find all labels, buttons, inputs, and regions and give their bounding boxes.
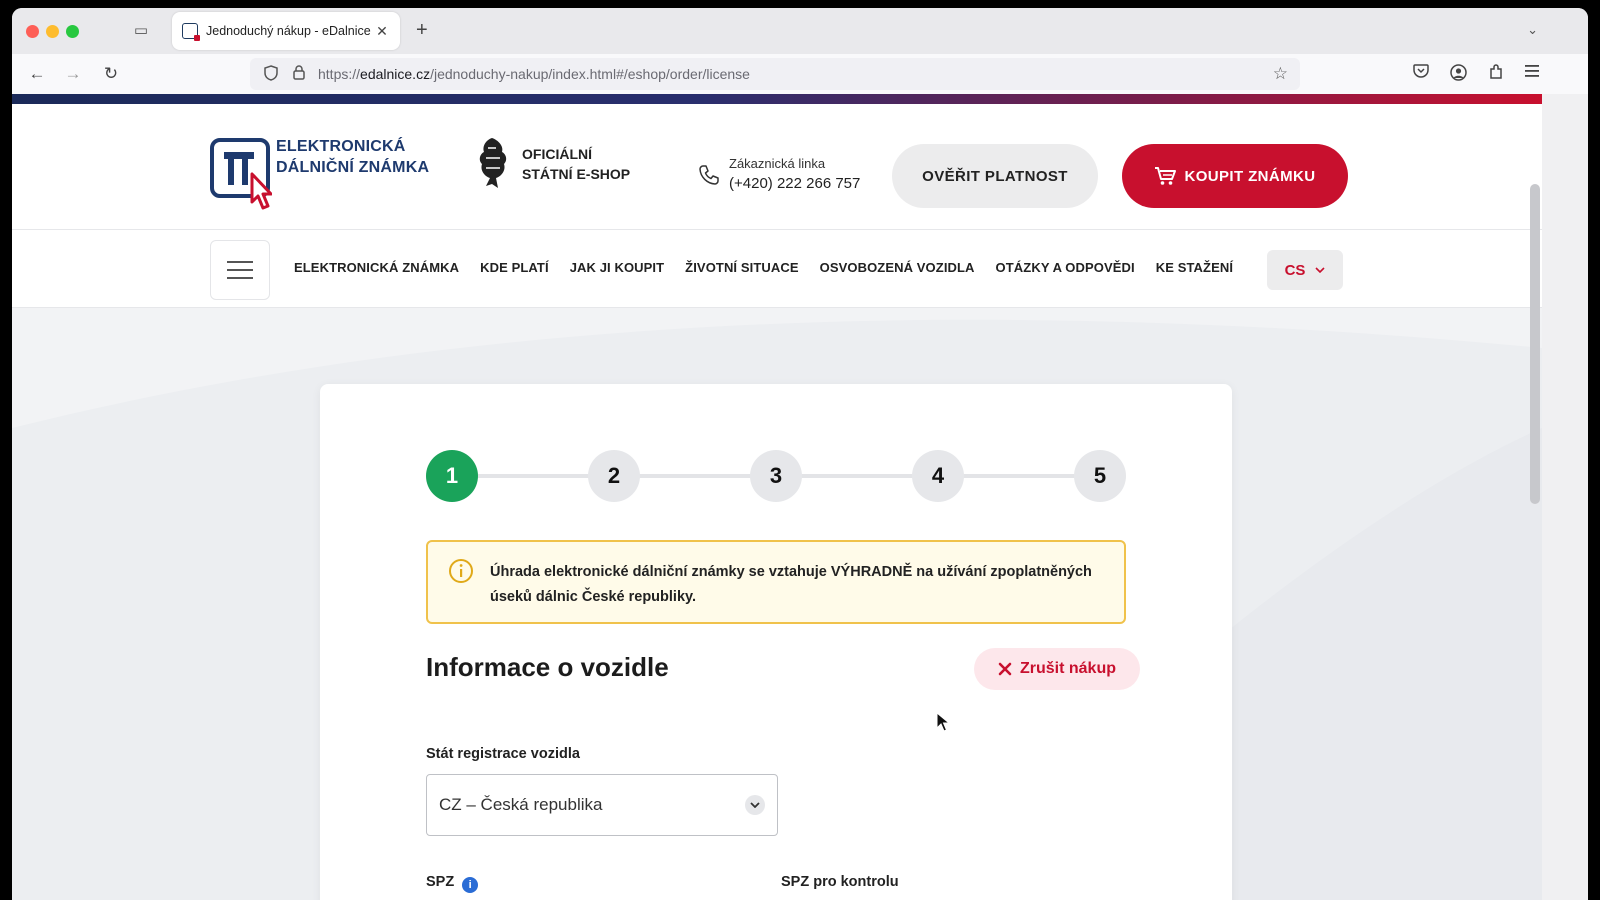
country-label: Stát registrace vozidla: [426, 746, 580, 762]
spz-confirm-label: SPZ pro kontrolu: [781, 874, 899, 890]
nav-item-otazky-a-odpovedi[interactable]: OTÁZKY A ODPOVĚDI: [996, 260, 1135, 275]
url-text[interactable]: https://edalnice.cz/jednoduchy-nakup/ind…: [318, 66, 750, 82]
url-host: edalnice.cz: [360, 66, 431, 82]
buy-vignette-button[interactable]: KOUPIT ZNÁMKU: [1122, 144, 1348, 208]
country-select-value: CZ – Česká republika: [439, 795, 603, 814]
lock-icon[interactable]: [290, 65, 308, 83]
tab-close-icon[interactable]: ✕: [374, 23, 390, 40]
close-window-button[interactable]: [26, 25, 39, 38]
zoom-window-button[interactable]: [66, 25, 79, 38]
new-tab-icon[interactable]: +: [416, 20, 428, 40]
site-header: ELEKTRONICKÁ DÁLNIČNÍ ZNÁMKA OFICIÁLNÍ S…: [12, 104, 1542, 230]
nav-item-osvobozena-vozidla[interactable]: OSVOBOZENÁ VOZIDLA: [820, 260, 975, 275]
navigation-bar: ← → ↻ https://edalnice.cz/jednoduchy-nak…: [12, 54, 1588, 94]
nav-item-ke-stazeni[interactable]: KE STAŽENÍ: [1156, 260, 1233, 275]
spz-label-text: SPZ: [426, 874, 455, 890]
pocket-icon[interactable]: [1411, 64, 1431, 83]
logo-line-2: DÁLNIČNÍ ZNÁMKA: [276, 159, 430, 176]
brand-gradient-bar: [12, 94, 1542, 104]
language-label: CS: [1284, 261, 1306, 279]
section-title: Informace o vozidle: [426, 652, 669, 682]
site-favicon-icon: [182, 23, 200, 41]
nav-menu: ELEKTRONICKÁ ZNÁMKA KDE PLATÍ JAK JI KOU…: [294, 260, 1233, 275]
tab-overview-icon[interactable]: ▭: [132, 22, 150, 40]
spz-info-icon[interactable]: i: [462, 877, 479, 893]
language-selector[interactable]: CS: [1267, 250, 1343, 290]
chevron-down-icon: [1315, 267, 1325, 273]
verify-validity-button[interactable]: OVĚŘIT PLATNOST: [892, 144, 1098, 208]
logo-text[interactable]: ELEKTRONICKÁ DÁLNIČNÍ ZNÁMKA: [276, 136, 429, 178]
nav-item-kde-plati[interactable]: KDE PLATÍ: [480, 260, 549, 275]
logo-line-1: ELEKTRONICKÁ: [276, 138, 406, 155]
main-navigation: ELEKTRONICKÁ ZNÁMKA KDE PLATÍ JAK JI KOU…: [12, 230, 1542, 308]
back-icon[interactable]: ←: [26, 63, 48, 85]
info-alert: Úhrada elektronické dálniční známky se v…: [426, 540, 1126, 624]
step-1[interactable]: 1: [426, 450, 478, 502]
phone-number[interactable]: (+420) 222 266 757: [729, 175, 860, 192]
info-circle-icon: [449, 559, 473, 583]
country-select[interactable]: CZ – Česká republika: [426, 774, 778, 836]
nav-item-jak-ji-koupit[interactable]: JAK JI KOUPIT: [570, 260, 664, 275]
edalnice-logo-icon[interactable]: [210, 136, 273, 210]
phone-icon: [698, 164, 720, 186]
url-prefix: https://: [318, 66, 361, 82]
step-2[interactable]: 2: [588, 450, 640, 502]
minimize-window-button[interactable]: [46, 25, 59, 38]
cancel-purchase-label: Zrušit nákup: [1019, 660, 1116, 677]
buy-vignette-label: KOUPIT ZNÁMKU: [1184, 167, 1316, 185]
url-bar[interactable]: https://edalnice.cz/jednoduchy-nakup/ind…: [250, 58, 1300, 90]
mouse-cursor-icon: [936, 712, 950, 732]
order-card: 1 2 3 4 5 Úhrada elektronické dálniční z…: [320, 384, 1232, 900]
forward-icon[interactable]: →: [62, 63, 84, 85]
spz-label: SPZ i: [426, 874, 479, 893]
cart-icon: [1155, 167, 1177, 185]
web-page: ELEKTRONICKÁ DÁLNIČNÍ ZNÁMKA OFICIÁLNÍ S…: [12, 94, 1542, 900]
step-5[interactable]: 5: [1074, 450, 1126, 502]
eshop-label: OFICIÁLNÍ STÁTNÍ E-SHOP: [522, 144, 630, 184]
account-icon[interactable]: [1448, 64, 1468, 85]
bookmark-star-icon[interactable]: ☆: [1273, 64, 1288, 84]
nav-item-elektronicka-znamka[interactable]: ELEKTRONICKÁ ZNÁMKA: [294, 260, 459, 275]
tab-strip: ▭ Jednoduchý nákup - eDalnice ✕ + ⌄: [12, 8, 1588, 54]
hamburger-menu-icon[interactable]: [210, 240, 270, 300]
shield-icon[interactable]: [262, 64, 280, 84]
czech-lion-emblem-icon: [472, 134, 512, 190]
extensions-icon[interactable]: [1486, 64, 1506, 84]
app-menu-icon[interactable]: [1522, 64, 1542, 82]
alert-text: Úhrada elektronické dálniční známky se v…: [490, 564, 1092, 605]
tab-title: Jednoduchý nákup - eDalnice: [206, 24, 371, 38]
eshop-line-1: OFICIÁLNÍ: [522, 146, 592, 162]
reload-icon[interactable]: ↻: [100, 63, 122, 85]
chevron-down-icon[interactable]: [745, 795, 765, 815]
wizard-steps: 1 2 3 4 5: [426, 450, 1126, 502]
browser-window: ▭ Jednoduchý nákup - eDalnice ✕ + ⌄ ← → …: [12, 8, 1588, 900]
phone-label: Zákaznická linka: [729, 156, 826, 171]
eshop-line-2: STÁTNÍ E-SHOP: [522, 166, 631, 182]
nav-item-zivotni-situace[interactable]: ŽIVOTNÍ SITUACE: [685, 260, 798, 275]
step-4[interactable]: 4: [912, 450, 964, 502]
tab-list-chevron-icon[interactable]: ⌄: [1527, 22, 1538, 38]
page-scrollbar[interactable]: [1530, 184, 1540, 504]
step-3[interactable]: 3: [750, 450, 802, 502]
url-path: /jednoduchy-nakup/index.html#/eshop/orde…: [430, 66, 750, 82]
close-icon: [998, 662, 1012, 676]
tab-active[interactable]: Jednoduchý nákup - eDalnice ✕: [172, 12, 400, 50]
cancel-purchase-button[interactable]: Zrušit nákup: [974, 648, 1140, 690]
